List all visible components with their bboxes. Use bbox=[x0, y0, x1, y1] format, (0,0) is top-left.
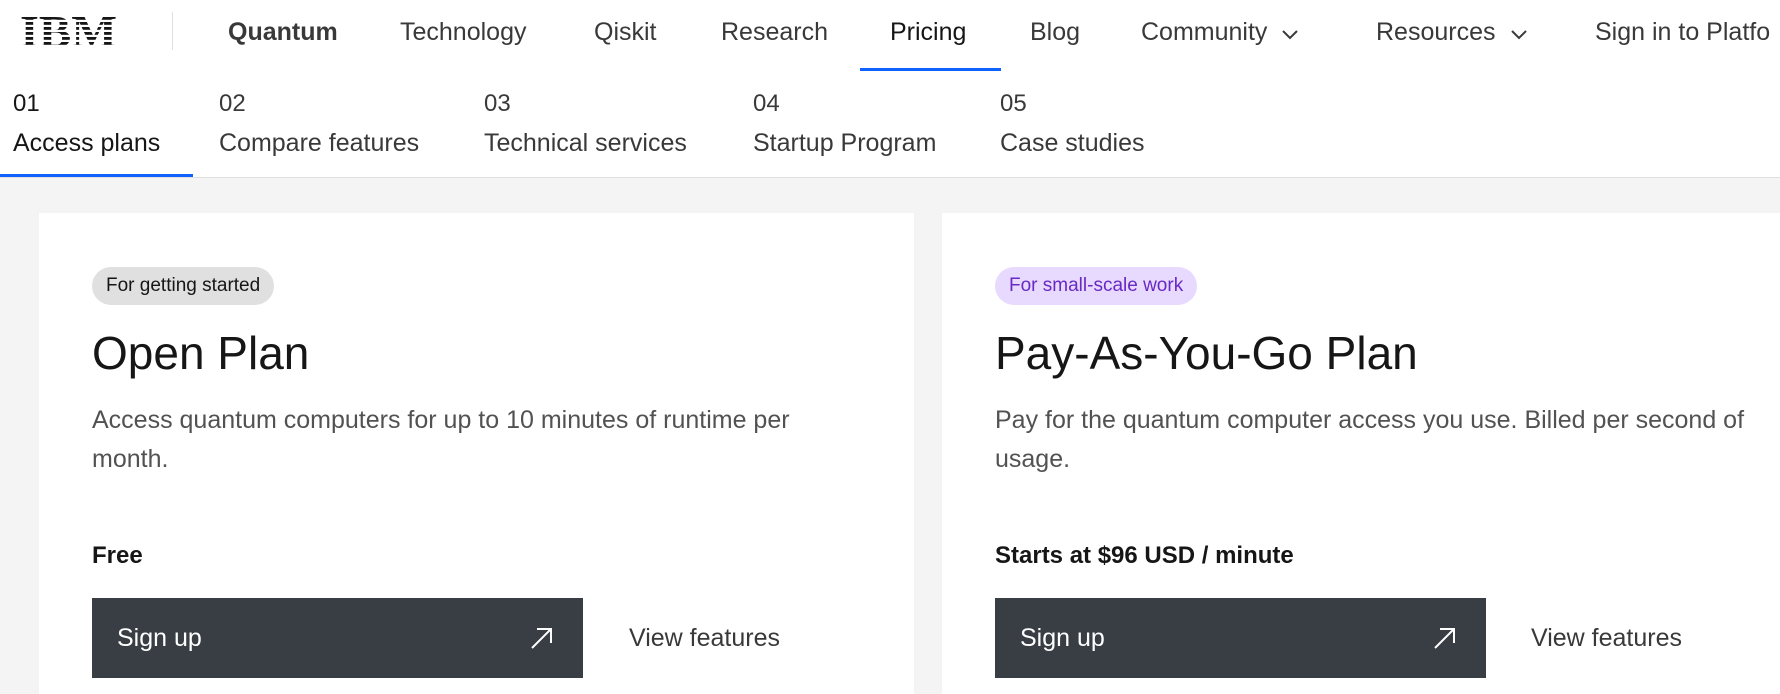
plans-section: For getting started Open Plan Access qua… bbox=[0, 178, 1780, 694]
nav-item-resources-label: Resources bbox=[1376, 18, 1496, 46]
plan-price: Free bbox=[92, 542, 143, 569]
nav-item-research[interactable]: Research bbox=[721, 0, 828, 70]
nav-item-resources[interactable]: Resources bbox=[1376, 0, 1528, 70]
nav-item-community[interactable]: Community bbox=[1141, 0, 1299, 70]
nav-quantum-home[interactable]: Quantum bbox=[228, 0, 338, 70]
tab-label: Startup Program bbox=[753, 129, 937, 157]
plan-tag: For small-scale work bbox=[995, 267, 1198, 305]
tab-access-plans[interactable]: 01 Access plans bbox=[13, 89, 160, 161]
top-navigation: IBM Quantum Technology Qiskit Research P… bbox=[0, 0, 1780, 72]
nav-item-community-label: Community bbox=[1141, 18, 1268, 46]
plan-card-open: For getting started Open Plan Access qua… bbox=[39, 213, 914, 694]
logo-divider bbox=[172, 12, 173, 50]
arrow-up-right-icon bbox=[529, 625, 555, 651]
tab-compare-features[interactable]: 02 Compare features bbox=[219, 89, 419, 161]
sign-up-label: Sign up bbox=[1020, 624, 1105, 652]
tab-label: Case studies bbox=[1000, 129, 1145, 157]
view-features-link[interactable]: View features bbox=[1531, 598, 1682, 678]
nav-item-qiskit[interactable]: Qiskit bbox=[594, 0, 657, 70]
tab-number: 05 bbox=[1000, 90, 1027, 117]
plan-tag: For getting started bbox=[92, 267, 275, 305]
nav-item-technology[interactable]: Technology bbox=[400, 0, 526, 70]
nav-item-sign-in[interactable]: Sign in to Platfo bbox=[1595, 0, 1770, 70]
tab-label: Technical services bbox=[484, 129, 687, 157]
ibm-logo[interactable]: IBM bbox=[20, 7, 118, 57]
tab-case-studies[interactable]: 05 Case studies bbox=[1000, 89, 1145, 161]
plan-price: Starts at $96 USD / minute bbox=[995, 542, 1294, 569]
chevron-down-icon bbox=[1510, 1, 1528, 65]
tab-number: 02 bbox=[219, 90, 246, 117]
tab-label: Access plans bbox=[13, 129, 161, 157]
chevron-down-icon bbox=[1281, 1, 1299, 65]
sign-up-button[interactable]: Sign up bbox=[92, 598, 583, 678]
tab-label: Compare features bbox=[219, 129, 420, 157]
nav-item-blog[interactable]: Blog bbox=[1030, 0, 1080, 70]
tab-technical-services[interactable]: 03 Technical services bbox=[484, 89, 687, 161]
nav-item-pricing[interactable]: Pricing bbox=[890, 0, 966, 70]
tab-startup-program[interactable]: 04 Startup Program bbox=[753, 89, 936, 161]
sign-up-button[interactable]: Sign up bbox=[995, 598, 1486, 678]
sign-up-label: Sign up bbox=[117, 624, 202, 652]
plan-title: Open Plan bbox=[92, 327, 310, 379]
plan-description: Pay for the quantum computer access you … bbox=[995, 406, 1745, 473]
tab-number: 03 bbox=[484, 90, 511, 117]
tab-number: 04 bbox=[753, 90, 780, 117]
plan-card-pay-as-you-go: For small-scale work Pay-As-You-Go Plan … bbox=[942, 213, 1780, 694]
plan-title: Pay-As-You-Go Plan bbox=[995, 327, 1418, 379]
arrow-up-right-icon bbox=[1432, 625, 1458, 651]
section-navigation: 01 Access plans 02 Compare features 03 T… bbox=[0, 71, 1780, 178]
svg-text:IBM: IBM bbox=[20, 12, 117, 50]
plan-description: Access quantum computers for up to 10 mi… bbox=[92, 406, 790, 473]
tab-active-indicator bbox=[0, 174, 193, 177]
view-features-link[interactable]: View features bbox=[629, 598, 780, 678]
tab-number: 01 bbox=[13, 90, 40, 117]
